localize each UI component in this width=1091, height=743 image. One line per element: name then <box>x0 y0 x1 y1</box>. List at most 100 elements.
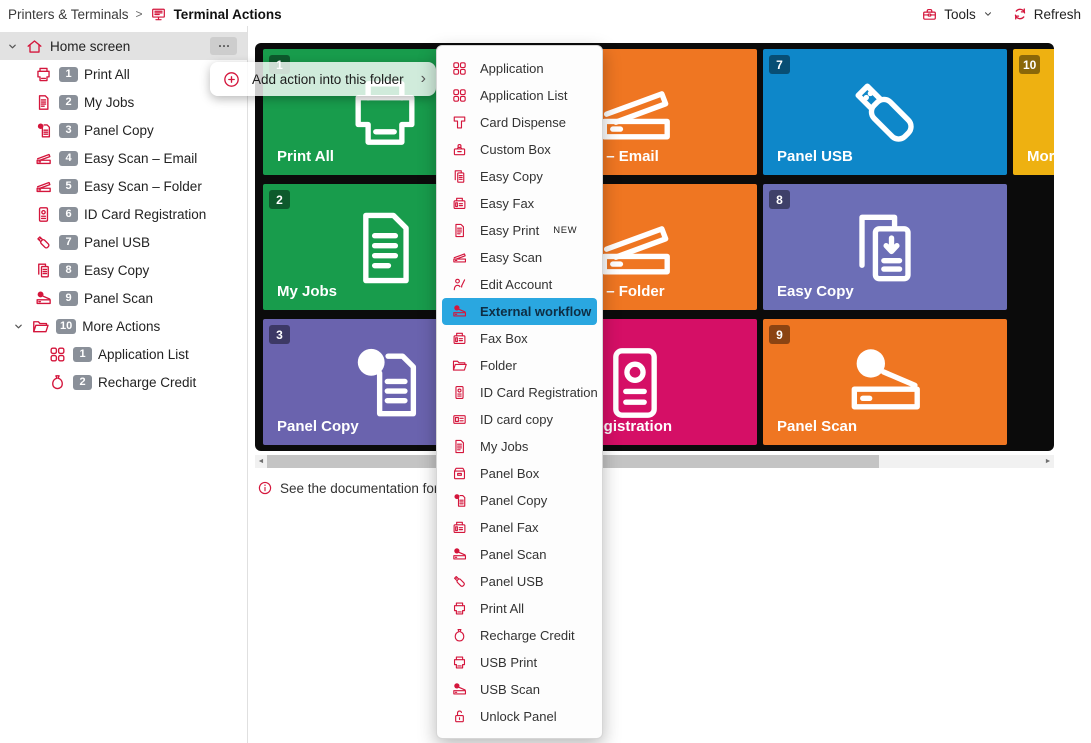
copy-bubble-icon <box>451 492 468 509</box>
toolbox-icon <box>921 6 938 23</box>
breadcrumb: Printers & Terminals > Terminal Actions <box>8 6 282 23</box>
menu-item-usb-scan[interactable]: USB Scan <box>437 676 602 703</box>
sidebar-item-panel-scan[interactable]: 9Panel Scan <box>0 284 247 312</box>
copy-icon <box>34 261 53 280</box>
sidebar-item-my-jobs[interactable]: 2My Jobs <box>0 88 247 116</box>
tile-label: Panel Scan <box>777 418 857 435</box>
menu-item-easy-scan[interactable]: Easy Scan <box>437 244 602 271</box>
easy-copy-icon <box>839 202 931 294</box>
scanner-icon <box>34 149 53 168</box>
sidebar-item-label: Application List <box>98 347 189 362</box>
chevron-down-icon[interactable] <box>12 320 25 333</box>
sidebar-item-label: Recharge Credit <box>98 375 196 390</box>
menu-item-easy-print[interactable]: Easy PrintNEW <box>437 217 602 244</box>
sidebar-item-panel-usb[interactable]: 7Panel USB <box>0 228 247 256</box>
edit-account-icon <box>451 276 468 293</box>
menu-item-label: Print All <box>480 601 524 616</box>
tile-more-actions[interactable]: 10More Actions <box>1013 49 1054 175</box>
menu-item-label: Easy Scan <box>480 250 542 265</box>
breadcrumb-printers-terminals[interactable]: Printers & Terminals <box>8 7 129 22</box>
menu-item-edit-account[interactable]: Edit Account <box>437 271 602 298</box>
tools-button[interactable]: Tools <box>921 6 994 23</box>
folder-icon <box>31 317 50 336</box>
sidebar-item-more-actions[interactable]: 10More Actions <box>0 312 247 340</box>
refresh-label: Refresh <box>1034 7 1081 22</box>
sidebar-item-application-list[interactable]: 1Application List <box>0 340 247 368</box>
custom-box-icon <box>451 141 468 158</box>
tools-label: Tools <box>944 7 976 22</box>
sidebar-item-home-screen[interactable]: Home screen <box>0 32 247 60</box>
horizontal-scrollbar[interactable]: ◄ ► <box>255 455 1054 468</box>
menu-item-card-dispense[interactable]: Card Dispense <box>437 109 602 136</box>
sidebar-item-recharge-credit[interactable]: 2 Recharge Credit <box>0 368 247 396</box>
panel-box-icon <box>451 465 468 482</box>
sidebar-item-label: Panel Scan <box>84 291 153 306</box>
menu-item-label: Fax Box <box>480 331 528 346</box>
item-number-badge: 10 <box>56 319 76 334</box>
sidebar-item-easy-scan-email[interactable]: 4Easy Scan – Email <box>0 144 247 172</box>
more-options-button[interactable] <box>210 37 237 55</box>
terminal-icon <box>150 6 167 23</box>
tile-panel-scan[interactable]: 9Panel Scan <box>763 319 1007 445</box>
scroll-left-arrow[interactable]: ◄ <box>255 455 267 468</box>
document-icon <box>451 438 468 455</box>
menu-item-application-list[interactable]: Application List <box>437 82 602 109</box>
add-action-label: Add action into this folder <box>252 72 404 87</box>
menu-item-label: ID Card Registration <box>480 385 598 400</box>
copy-icon <box>451 168 468 185</box>
menu-item-easy-fax[interactable]: Easy Fax <box>437 190 602 217</box>
money-bag-icon <box>451 627 468 644</box>
sidebar-item-panel-copy[interactable]: 3Panel Copy <box>0 116 247 144</box>
item-number-badge: 2 <box>73 375 92 390</box>
menu-item-id-card-copy[interactable]: ID card copy <box>437 406 602 433</box>
sidebar-item-id-card-registration[interactable]: 6ID Card Registration <box>0 200 247 228</box>
sidebar-item-easy-copy[interactable]: 8Easy Copy <box>0 256 247 284</box>
menu-item-panel-fax[interactable]: Panel Fax <box>437 514 602 541</box>
plus-circle-icon-slot <box>222 70 241 89</box>
tile-easy-copy[interactable]: 8Easy Copy <box>763 184 1007 310</box>
usb-icon <box>34 233 53 252</box>
action-type-submenu: Application Application List Card Dispense… <box>436 45 603 739</box>
terminal-icon-slot <box>150 6 167 23</box>
menu-item-external-workflow[interactable]: External workflow <box>442 298 597 325</box>
usb-icon <box>839 67 931 159</box>
sidebar-item-easy-scan-folder[interactable]: 5Easy Scan – Folder <box>0 172 247 200</box>
menu-item-label: Easy Copy <box>480 169 543 184</box>
sidebar-item-label: Easy Scan – Folder <box>84 179 202 194</box>
add-action-menu-item[interactable]: Add action into this folder › <box>210 62 436 96</box>
menu-item-panel-scan[interactable]: Panel Scan <box>437 541 602 568</box>
menu-item-id-card-registration[interactable]: ID Card Registration <box>437 379 602 406</box>
menu-item-label: Easy Print <box>480 223 539 238</box>
menu-item-easy-copy[interactable]: Easy Copy <box>437 163 602 190</box>
menu-item-print-all[interactable]: Print All <box>437 595 602 622</box>
tile-label: More Actions <box>1027 148 1054 165</box>
menu-item-custom-box[interactable]: Custom Box <box>437 136 602 163</box>
scroll-right-arrow[interactable]: ► <box>1042 455 1054 468</box>
copy-bubble-icon <box>339 337 431 429</box>
menu-item-usb-print[interactable]: USB Print <box>437 649 602 676</box>
refresh-button[interactable]: Refresh <box>1012 6 1081 22</box>
menu-item-unlock-panel[interactable]: Unlock Panel <box>437 703 602 730</box>
scan-bubble-icon <box>34 289 53 308</box>
menu-item-recharge-credit[interactable]: Recharge Credit <box>437 622 602 649</box>
menu-item-label: Custom Box <box>480 142 551 157</box>
menu-item-label: Recharge Credit <box>480 628 575 643</box>
header-actions: Tools Refresh <box>921 6 1081 23</box>
menu-item-folder[interactable]: Folder <box>437 352 602 379</box>
id-card-copy-icon <box>451 411 468 428</box>
menu-item-panel-usb[interactable]: Panel USB <box>437 568 602 595</box>
usb-icon <box>451 573 468 590</box>
menu-item-label: Edit Account <box>480 277 552 292</box>
folder-icon <box>451 357 468 374</box>
chevron-down-icon[interactable] <box>6 40 19 53</box>
menu-item-panel-copy[interactable]: Panel Copy <box>437 487 602 514</box>
item-number-badge: 6 <box>59 207 78 222</box>
submenu-arrow: › <box>421 70 426 88</box>
menu-item-panel-box[interactable]: Panel Box <box>437 460 602 487</box>
menu-item-label: Application List <box>480 88 567 103</box>
menu-item-fax-box[interactable]: Fax Box <box>437 325 602 352</box>
menu-item-application[interactable]: Application <box>437 55 602 82</box>
tile-panel-usb[interactable]: 7Panel USB <box>763 49 1007 175</box>
menu-item-my-jobs[interactable]: My Jobs <box>437 433 602 460</box>
copy-bubble-icon <box>34 121 53 140</box>
